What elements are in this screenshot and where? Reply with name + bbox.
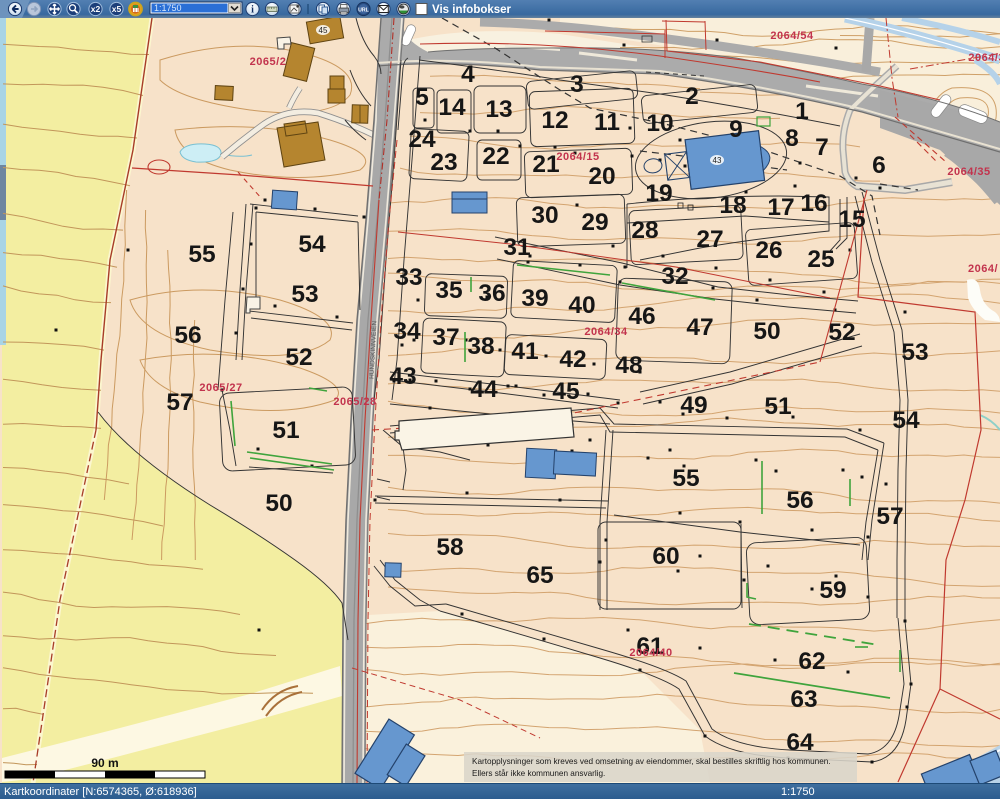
svg-text:12: 12 [541,107,568,134]
svg-text:38: 38 [467,333,494,360]
svg-text:57: 57 [166,389,193,416]
svg-text:19: 19 [645,180,672,207]
svg-text:28: 28 [631,217,658,244]
svg-text:56: 56 [174,322,201,349]
svg-text:29: 29 [581,209,608,236]
svg-text:7: 7 [815,134,829,161]
svg-text:17: 17 [767,194,794,221]
svg-text:58: 58 [436,534,463,561]
svg-text:45: 45 [319,26,328,35]
svg-text:30: 30 [531,202,558,229]
svg-text:Vis infobokser: Vis infobokser [432,4,512,16]
svg-text:2064/40: 2064/40 [629,647,672,659]
svg-text:55: 55 [672,465,699,492]
svg-text:4: 4 [461,61,475,88]
svg-text:URL: URL [358,7,369,13]
svg-text:18: 18 [719,192,746,219]
svg-text:54: 54 [298,231,326,258]
svg-text:60: 60 [652,543,679,570]
svg-text:52: 52 [285,344,312,371]
svg-text:22: 22 [482,143,509,170]
svg-text:49: 49 [680,392,707,419]
svg-text:15: 15 [838,206,865,233]
svg-text:3: 3 [570,71,584,98]
svg-text:41: 41 [511,338,538,365]
svg-text:2064/35: 2064/35 [947,166,990,178]
svg-text:47: 47 [686,314,713,341]
svg-text:27: 27 [696,226,723,253]
svg-text:54: 54 [892,407,920,434]
svg-text:35: 35 [435,277,462,304]
svg-text:9: 9 [729,116,743,143]
svg-text:43: 43 [713,156,722,165]
svg-text:26: 26 [755,237,782,264]
svg-text:52: 52 [828,319,855,346]
svg-text:63: 63 [790,686,817,713]
svg-text:51: 51 [764,393,791,420]
svg-text:5: 5 [415,84,429,111]
svg-text:14: 14 [438,94,466,121]
svg-text:23: 23 [430,149,457,176]
svg-text:32: 32 [661,263,688,290]
svg-text:39: 39 [521,285,548,312]
svg-text:50: 50 [265,490,292,517]
svg-text:2065/2: 2065/2 [250,56,287,68]
svg-text:13: 13 [485,96,512,123]
svg-text:57: 57 [876,503,903,530]
svg-text:2064/54: 2064/54 [770,30,814,42]
svg-text:20: 20 [588,163,615,190]
svg-text:2064/34: 2064/34 [584,326,628,338]
svg-text:55: 55 [188,241,215,268]
svg-text:48: 48 [615,352,642,379]
svg-text:33: 33 [395,264,422,291]
svg-text:1:1750: 1:1750 [154,3,182,13]
svg-text:11: 11 [594,109,620,136]
svg-text:16: 16 [800,190,827,217]
svg-text:8: 8 [785,125,799,152]
svg-text:59: 59 [819,577,846,604]
svg-text:Ellers står ikke kommunen ansv: Ellers står ikke kommunen ansvarlig. [472,768,605,778]
svg-text:62: 62 [798,648,825,675]
svg-text:53: 53 [901,339,928,366]
svg-text:40: 40 [568,292,595,319]
svg-text:x2: x2 [91,4,101,14]
svg-text:65: 65 [526,562,553,589]
svg-text:2: 2 [685,83,699,110]
svg-text:25: 25 [807,246,834,273]
svg-text:Kartopplysninger som kreves ve: Kartopplysninger som kreves ved omsetnin… [472,757,831,766]
svg-text:34: 34 [393,318,421,345]
svg-text:53: 53 [291,281,318,308]
svg-text:43: 43 [389,363,416,390]
svg-text:2064/15: 2064/15 [556,151,599,163]
svg-text:36: 36 [478,280,505,307]
svg-text:42: 42 [559,346,586,373]
svg-text:2065/28: 2065/28 [333,396,376,408]
svg-text:2065/27: 2065/27 [199,382,242,394]
svg-text:2064/: 2064/ [968,263,998,275]
svg-text:44: 44 [470,376,498,403]
svg-text:46: 46 [628,303,655,330]
svg-text:1: 1 [795,98,809,125]
svg-text:6: 6 [872,152,886,179]
svg-text:56: 56 [786,487,813,514]
svg-text:i: i [251,4,254,15]
svg-text:x5: x5 [112,4,122,14]
svg-text:50: 50 [753,318,780,345]
svg-text:45: 45 [552,378,579,405]
svg-text:2064/35: 2064/35 [968,52,1000,64]
svg-text:37: 37 [432,324,459,351]
svg-text:90 m: 90 m [91,756,118,770]
svg-text:51: 51 [272,417,299,444]
svg-text:10: 10 [646,110,673,137]
svg-text:31: 31 [503,234,530,261]
svg-text:64: 64 [786,729,814,756]
